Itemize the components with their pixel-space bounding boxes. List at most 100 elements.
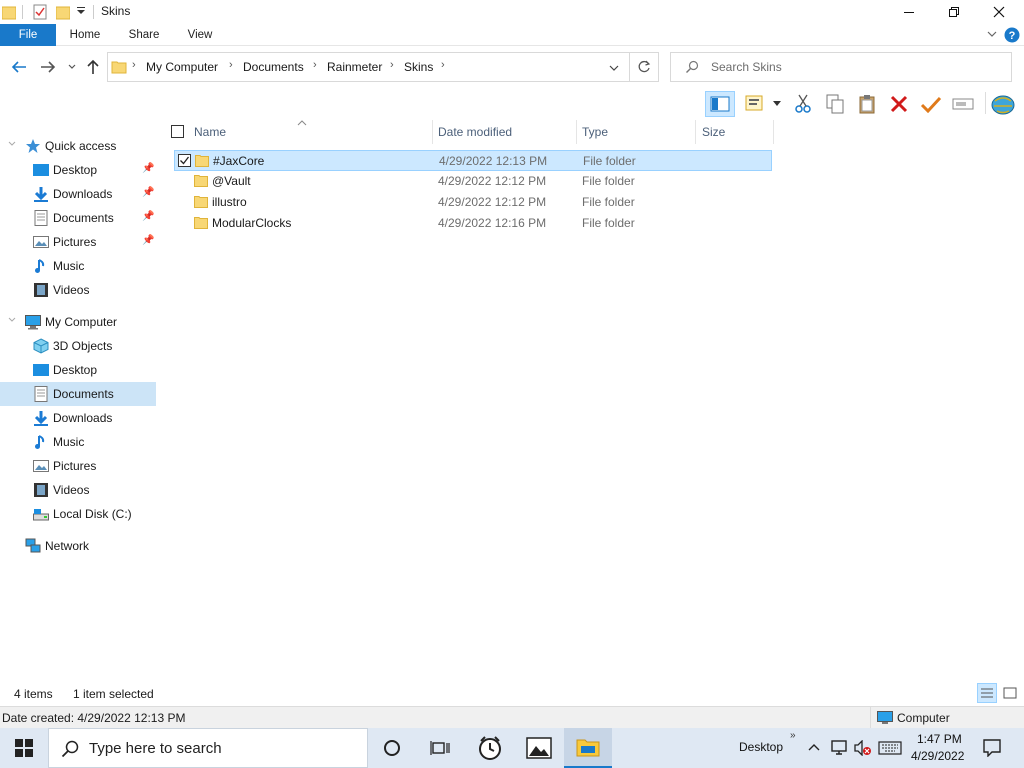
folder-icon[interactable] xyxy=(2,4,16,20)
restore-button[interactable] xyxy=(931,0,977,24)
breadcrumb-separator[interactable]: › xyxy=(132,59,136,71)
nav-quick-pictures[interactable]: Pictures 📌 xyxy=(0,230,156,254)
task-view-button[interactable] xyxy=(416,728,464,768)
chevron-down-icon[interactable] xyxy=(8,316,16,324)
file-explorer-app[interactable] xyxy=(564,728,612,768)
alarms-clock-app[interactable] xyxy=(466,728,514,768)
breadcrumb-separator[interactable]: › xyxy=(313,59,317,71)
pin-icon[interactable]: 📌 xyxy=(142,187,154,198)
properties-icon[interactable] xyxy=(33,4,47,20)
nav-quick-music[interactable]: Music xyxy=(0,254,156,278)
command-toolbar xyxy=(0,88,1024,120)
nav-quick-documents[interactable]: Documents 📌 xyxy=(0,206,156,230)
breadcrumb-rainmeter[interactable]: Rainmeter xyxy=(327,60,382,74)
nav-quick-downloads[interactable]: Downloads 📌 xyxy=(0,182,156,206)
breadcrumb-separator[interactable]: › xyxy=(441,59,445,71)
layout-dropdown[interactable] xyxy=(770,91,784,117)
select-all-button[interactable] xyxy=(918,91,944,117)
pin-icon[interactable]: 📌 xyxy=(142,211,154,222)
start-button[interactable] xyxy=(0,728,48,768)
show-hidden-icons-button[interactable] xyxy=(807,742,821,752)
keyboard-icon[interactable] xyxy=(878,741,902,755)
back-button[interactable] xyxy=(9,57,29,77)
forward-button[interactable] xyxy=(38,57,58,77)
nav-downloads[interactable]: Downloads xyxy=(0,406,156,430)
qat-dropdown-icon[interactable] xyxy=(76,6,86,18)
new-folder-icon[interactable] xyxy=(56,4,70,20)
notification-center-button[interactable] xyxy=(983,739,1001,757)
volume-muted-icon[interactable] xyxy=(853,740,873,756)
nav-quick-access[interactable]: Quick access xyxy=(0,134,156,158)
breadcrumb-my-computer[interactable]: My Computer xyxy=(146,60,218,74)
breadcrumb-separator[interactable]: › xyxy=(229,59,233,71)
rename-button[interactable] xyxy=(950,91,976,117)
file-row[interactable]: ModularClocks 4/29/2022 12:16 PM File fo… xyxy=(174,213,772,234)
search-placeholder: Search Skins xyxy=(711,60,782,74)
file-row[interactable]: #JaxCore 4/29/2022 12:13 PM File folder xyxy=(174,150,772,171)
location-label: Computer xyxy=(897,711,950,725)
address-history-dropdown[interactable] xyxy=(608,63,620,73)
nav-local-disk[interactable]: Local Disk (C:) xyxy=(0,502,156,526)
preview-pane-button[interactable] xyxy=(705,91,735,117)
nav-my-computer[interactable]: My Computer xyxy=(0,310,156,334)
select-all-checkbox[interactable] xyxy=(171,125,184,138)
column-header-date[interactable]: Date modified xyxy=(432,120,577,144)
recent-locations-button[interactable] xyxy=(62,57,82,77)
tab-home[interactable]: Home xyxy=(62,24,108,46)
delete-button[interactable] xyxy=(886,91,912,117)
windows-logo-icon xyxy=(15,739,33,757)
pin-icon[interactable]: 📌 xyxy=(142,235,154,246)
file-row[interactable]: @Vault 4/29/2022 12:12 PM File folder xyxy=(174,171,772,192)
breadcrumb-separator[interactable]: › xyxy=(390,59,394,71)
file-date: 4/29/2022 12:12 PM xyxy=(438,174,547,188)
minimize-button[interactable] xyxy=(886,0,932,24)
breadcrumb-skins[interactable]: Skins xyxy=(404,60,433,74)
nav-desktop[interactable]: Desktop xyxy=(0,358,156,382)
nav-3d-objects[interactable]: 3D Objects xyxy=(0,334,156,358)
up-button[interactable] xyxy=(83,57,103,77)
thumbnail-view-button[interactable] xyxy=(1000,683,1020,703)
row-checkbox[interactable] xyxy=(178,154,191,167)
tab-view[interactable]: View xyxy=(180,24,220,46)
layout-button[interactable] xyxy=(743,91,769,117)
column-header-type[interactable]: Type xyxy=(576,120,696,144)
copy-button[interactable] xyxy=(822,91,848,117)
toolbar-expand-icon[interactable]: » xyxy=(790,730,796,741)
column-header-name[interactable]: Name xyxy=(188,120,433,144)
refresh-button[interactable] xyxy=(637,60,651,74)
file-row[interactable]: illustro 4/29/2022 12:12 PM File folder xyxy=(174,192,772,213)
help-icon[interactable]: ? xyxy=(1004,27,1020,43)
taskbar-search-box[interactable]: Type here to search xyxy=(48,728,368,768)
cortana-button[interactable] xyxy=(368,728,416,768)
file-name: #JaxCore xyxy=(213,154,265,168)
paste-button[interactable] xyxy=(854,91,880,117)
search-input[interactable]: Search Skins xyxy=(670,52,1012,82)
clock-date[interactable]: 4/29/2022 xyxy=(911,749,964,763)
shell-button[interactable] xyxy=(990,91,1016,117)
nav-pictures[interactable]: Pictures xyxy=(0,454,156,478)
desktop-toolbar-label[interactable]: Desktop xyxy=(739,740,783,754)
column-header-size[interactable]: Size xyxy=(696,120,774,144)
nav-quick-desktop[interactable]: Desktop 📌 xyxy=(0,158,156,182)
nav-quick-videos[interactable]: Videos xyxy=(0,278,156,302)
expand-ribbon-icon[interactable] xyxy=(986,29,998,39)
pin-icon[interactable]: 📌 xyxy=(142,163,154,174)
breadcrumb-documents[interactable]: Documents xyxy=(243,60,304,74)
pane-icon xyxy=(710,96,730,112)
network-status-icon[interactable] xyxy=(831,740,849,756)
tab-file[interactable]: File xyxy=(0,24,56,46)
folder-icon xyxy=(195,154,209,167)
clock-time[interactable]: 1:47 PM xyxy=(917,732,962,746)
delete-x-icon xyxy=(890,95,908,113)
details-view-button[interactable] xyxy=(977,683,997,703)
nav-network[interactable]: Network xyxy=(0,534,156,558)
chevron-down-icon[interactable] xyxy=(8,140,16,148)
nav-music[interactable]: Music xyxy=(0,430,156,454)
nav-documents[interactable]: Documents xyxy=(0,382,156,406)
nav-videos[interactable]: Videos xyxy=(0,478,156,502)
close-button[interactable] xyxy=(976,0,1022,24)
cut-button[interactable] xyxy=(790,91,816,117)
photos-app[interactable] xyxy=(515,728,563,768)
address-bar[interactable]: › My Computer › Documents › Rainmeter › … xyxy=(107,52,659,82)
tab-share[interactable]: Share xyxy=(122,24,166,46)
